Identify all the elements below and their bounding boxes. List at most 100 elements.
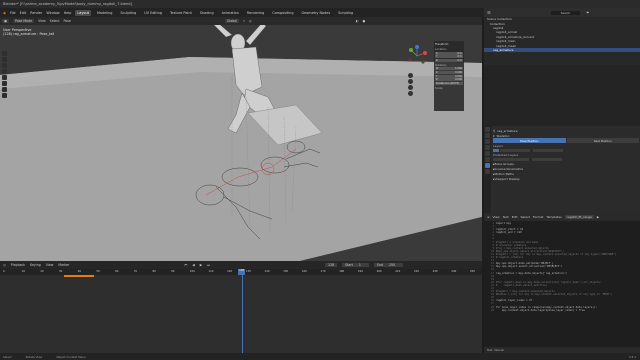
armature-data-tab-icon[interactable] xyxy=(485,163,490,168)
workspace-tab-modeling[interactable]: Modeling xyxy=(95,10,114,16)
viewport-display-panel[interactable]: ▸ Viewport Display xyxy=(493,176,639,181)
play-reverse-icon[interactable]: ◀ xyxy=(192,263,194,267)
workspace-tab-scripting[interactable]: Scripting xyxy=(336,10,355,16)
text-menu-select[interactable]: Select xyxy=(521,215,530,219)
text-menu-edit[interactable]: Edit xyxy=(512,215,518,219)
object-tab-icon[interactable] xyxy=(485,157,490,162)
workspace-tab-animation[interactable]: Animation xyxy=(220,10,241,16)
move-tool-icon[interactable] xyxy=(2,63,7,68)
workspace-tab-rendering[interactable]: Rendering xyxy=(245,10,266,16)
viewport-menu-pose[interactable]: Pose xyxy=(64,19,71,23)
workspace-tab-sculpting[interactable]: Sculpting xyxy=(118,10,138,16)
cursor-tool-icon[interactable] xyxy=(2,57,7,62)
rotate-tool-icon[interactable] xyxy=(2,69,7,74)
rotation-y-field[interactable]: Y 0.000 xyxy=(435,74,463,78)
text-menu-text[interactable]: Text xyxy=(503,215,509,219)
playhead-frame-badge[interactable]: 128 xyxy=(238,269,246,275)
ruler-tick-label: 60 xyxy=(115,270,119,273)
play-icon[interactable]: ▶ xyxy=(200,263,202,267)
annotate-tool-icon[interactable] xyxy=(2,87,7,92)
render-tab-icon[interactable] xyxy=(485,133,490,138)
text-menu-view[interactable]: View xyxy=(493,215,500,219)
jump-end-icon[interactable]: ⏭ xyxy=(207,263,210,267)
playhead-line[interactable] xyxy=(242,275,244,353)
location-z-field[interactable]: Z0 m xyxy=(435,58,463,62)
workspace-tab-layout[interactable]: Layout xyxy=(75,9,91,16)
text-editor-header: ≡ View Text Edit Select Format Templates… xyxy=(484,213,640,221)
timeline[interactable]: ◷ Playback Keying View Marker ⏮ ◀ ▶ ⏭ 12… xyxy=(0,261,482,353)
current-frame-field[interactable]: 128 xyxy=(325,263,338,267)
snap-icon[interactable]: ⌖ xyxy=(243,19,245,23)
run-script-icon[interactable]: ▶ xyxy=(597,215,599,219)
pose-position-button[interactable]: Pose Position xyxy=(493,138,566,143)
transform-tool-icon[interactable] xyxy=(2,81,7,86)
outliner-editor-icon[interactable]: ☰ xyxy=(487,10,491,15)
scale-tool-icon[interactable] xyxy=(2,75,7,80)
jump-start-icon[interactable]: ⏮ xyxy=(184,263,187,267)
timeline-editor-icon[interactable]: ◷ xyxy=(3,263,6,267)
pan-icon[interactable] xyxy=(408,79,413,84)
end-frame-field[interactable]: End 250 xyxy=(373,263,404,267)
scale-label: Scale: xyxy=(435,85,444,90)
editor-type-button[interactable]: ▣ xyxy=(2,19,10,23)
outliner-search-input[interactable]: Search xyxy=(550,10,581,15)
rotation-z-field[interactable]: Z 0.000 xyxy=(435,78,463,82)
text-editor[interactable]: ≡ View Text Edit Select Format Templates… xyxy=(484,213,640,358)
camera-view-icon[interactable] xyxy=(408,85,413,90)
viewport-menu-select[interactable]: Select xyxy=(50,19,60,23)
code-area[interactable]: 1 import bpy 2 3 ragdoll_start = 10 4 ragdoll_… xyxy=(487,222,639,312)
timeline-menu-view[interactable]: View xyxy=(46,263,54,267)
ruler-tick-label: 30 xyxy=(59,270,63,273)
workspace-tab-compositing[interactable]: Compositing xyxy=(270,10,295,16)
timeline-menu-playback[interactable]: Playback xyxy=(11,263,25,267)
text-menu-templates[interactable]: Templates xyxy=(546,215,561,219)
3d-viewport[interactable]: ▣ Pose Mode View Select Pose Global ⌖ ◎ … xyxy=(0,17,482,261)
menu-help[interactable]: Help xyxy=(64,11,72,15)
rotation-mode-dropdown[interactable]: Quaternion (WXYZ) xyxy=(435,81,463,85)
world-tab-icon[interactable] xyxy=(485,151,490,156)
navigation-gizmo[interactable] xyxy=(405,44,429,68)
transform-orientation-dropdown[interactable]: Global xyxy=(224,19,240,23)
workspace-tab-texture-paint[interactable]: Texture Paint xyxy=(168,10,194,16)
output-tab-icon[interactable] xyxy=(485,139,490,144)
location-y-field[interactable]: Y0 m xyxy=(435,55,463,59)
ruler-tick-label: 250 xyxy=(470,270,475,273)
filter-icon[interactable]: ⏷ xyxy=(586,10,589,15)
menu-edit[interactable]: Edit xyxy=(20,11,27,15)
tool-tab-icon[interactable] xyxy=(485,127,490,132)
start-frame-field[interactable]: Start 1 xyxy=(342,263,369,267)
rotation-x-field[interactable]: X 0.000 xyxy=(435,70,463,74)
rotation-w-field[interactable]: W 1.000 xyxy=(435,67,463,71)
outliner-item-rag-armature[interactable]: rag_armature xyxy=(484,47,640,53)
scene-tab-icon[interactable] xyxy=(485,145,490,150)
select-box-tool-icon[interactable] xyxy=(2,51,7,56)
menu-window[interactable]: Window xyxy=(46,11,59,15)
sidebar-transform-panel: Transform Location: X0 m Y0 m Z0 m Rotat… xyxy=(434,41,464,111)
proportional-edit-icon[interactable]: ◎ xyxy=(249,19,252,23)
viewport-menu-view[interactable]: View xyxy=(38,19,46,23)
shading-solid-icon[interactable]: ● xyxy=(362,19,365,23)
text-datablock-field[interactable]: ragdoll_fit_range xyxy=(564,215,594,219)
overlays-icon[interactable]: ◐ xyxy=(356,19,359,23)
menu-file[interactable]: File xyxy=(10,11,16,15)
timeline-track[interactable] xyxy=(0,275,482,353)
measure-tool-icon[interactable] xyxy=(2,93,7,98)
interaction-mode-dropdown[interactable]: Pose Mode xyxy=(13,19,35,23)
timeline-menu-keying[interactable]: Keying xyxy=(30,263,41,267)
rest-position-button[interactable]: Rest Position xyxy=(566,138,639,143)
workspace-tab-geometry-nodes[interactable]: Geometry Nodes xyxy=(300,10,333,16)
menu-render[interactable]: Render xyxy=(30,11,42,15)
code-line[interactable]: 29 bpy.context.object.data.layers[bone_l… xyxy=(487,309,639,312)
ruler-tick-label: 40 xyxy=(77,270,82,273)
blender-logo-icon[interactable]: ◉ xyxy=(3,11,6,15)
text-menu-format[interactable]: Format xyxy=(533,215,544,219)
zoom-icon[interactable] xyxy=(408,73,413,78)
text-editor-type-icon[interactable]: ≡ xyxy=(487,215,490,219)
workspace-tab-shading[interactable]: Shading xyxy=(198,10,216,16)
timeline-menu-marker[interactable]: Marker xyxy=(58,263,69,267)
perspective-toggle-icon[interactable] xyxy=(408,91,413,96)
location-x-field[interactable]: X0 m xyxy=(435,51,463,55)
workspace-tab-uv-editing[interactable]: UV Editing xyxy=(142,10,164,16)
code-text: rag_armature = bpy.data.objects['rag_arm… xyxy=(496,271,567,275)
bone-tab-icon[interactable] xyxy=(485,169,490,174)
